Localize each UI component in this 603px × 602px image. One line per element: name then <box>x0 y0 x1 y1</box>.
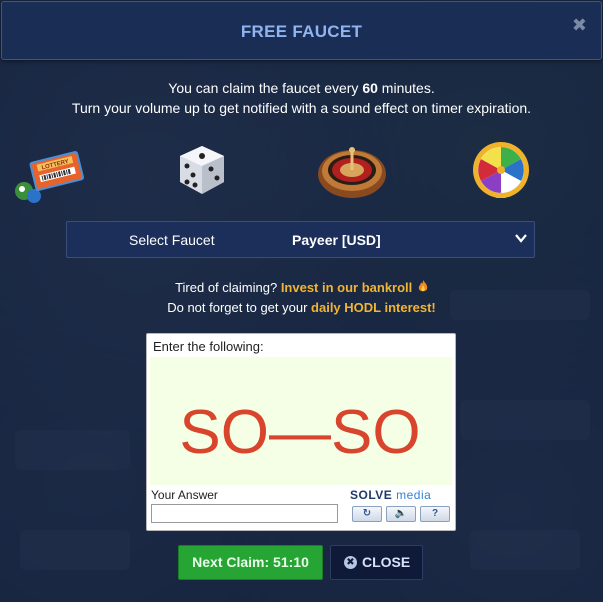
promo-text: Tired of claiming? Invest in our bankrol… <box>0 278 603 318</box>
info-line-1-suffix: minutes. <box>377 80 435 96</box>
close-circle-icon: ✖ <box>344 556 357 569</box>
next-claim-button[interactable]: Next Claim: 51:10 <box>178 545 323 580</box>
promo-line-1: Tired of claiming? Invest in our bankrol… <box>0 278 603 298</box>
roulette-wheel-icon[interactable] <box>316 138 388 200</box>
game-links: LOTTERY <box>0 136 603 206</box>
close-button-label: CLOSE <box>362 554 411 570</box>
faucet-select-label: Select Faucet <box>129 232 215 248</box>
close-icon[interactable]: ✖ <box>572 16 587 34</box>
claim-interval-minutes: 60 <box>362 80 378 96</box>
close-button[interactable]: ✖ CLOSE <box>330 545 423 580</box>
invest-bankroll-link[interactable]: Invest in our bankroll <box>281 280 412 295</box>
info-line-1: You can claim the faucet every 60 minute… <box>0 78 603 98</box>
solvemedia-logo-solve: SOLVE <box>350 488 393 502</box>
dice-icon[interactable] <box>174 142 230 198</box>
faucet-select-value[interactable]: Payeer [USD] <box>292 232 381 248</box>
wheel-of-fortune-icon[interactable] <box>470 140 532 204</box>
promo-line-2-prefix: Do not forget to get your <box>167 300 312 315</box>
modal-title: FREE FAUCET <box>240 22 363 41</box>
solvemedia-logo: SOLVE media <box>350 488 431 502</box>
captcha-challenge-text: SO—SO <box>179 398 420 467</box>
promo-line-1-prefix: Tired of claiming? <box>175 280 281 295</box>
daily-hodl-link[interactable]: daily HODL interest! <box>311 300 436 315</box>
info-line-2: Turn your volume up to get notified with… <box>71 100 532 116</box>
faucet-modal: FREE FAUCET ✖ You can claim the faucet e… <box>0 0 603 602</box>
answer-label: Your Answer <box>151 488 218 502</box>
lottery-tickets-icon[interactable]: LOTTERY <box>12 144 88 204</box>
chevron-down-icon[interactable] <box>514 231 528 245</box>
audio-icon[interactable]: 🔈 <box>386 506 416 522</box>
captcha-image: SO—SO <box>150 357 452 485</box>
flame-icon <box>418 280 428 292</box>
info-line-1-prefix: You can claim the faucet every <box>168 80 363 96</box>
faucet-info: You can claim the faucet every 60 minute… <box>0 78 603 118</box>
refresh-icon[interactable]: ↻ <box>352 506 382 522</box>
promo-line-2: Do not forget to get your daily HODL int… <box>0 298 603 318</box>
solvemedia-logo-media: media <box>392 488 432 502</box>
captcha-answer-input[interactable] <box>151 504 338 523</box>
captcha-challenge-graphic: SO—SO <box>179 398 420 467</box>
captcha-instruction: Enter the following: <box>153 339 264 354</box>
faucet-select[interactable]: Select Faucet Payeer [USD] <box>66 221 535 258</box>
captcha-widget: Enter the following: SO—SO Your Answer S… <box>146 333 456 531</box>
modal-header: FREE FAUCET ✖ <box>1 1 602 60</box>
help-icon[interactable]: ? <box>420 506 450 522</box>
